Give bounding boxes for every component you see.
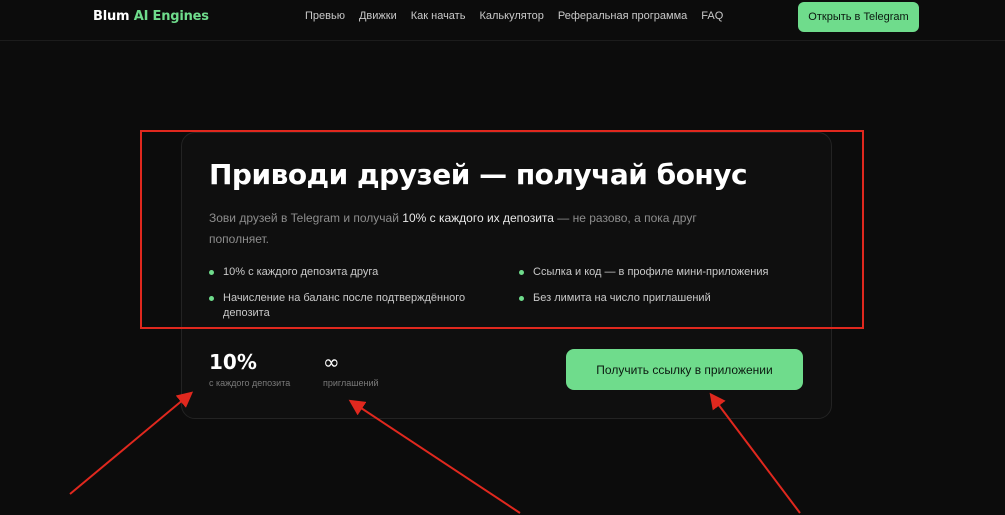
logo[interactable]: Blum AI Engines	[93, 9, 209, 24]
stat-invites-label: приглашений	[323, 378, 379, 388]
logo-main: Blum	[93, 9, 130, 24]
open-telegram-button[interactable]: Открыть в Telegram	[798, 2, 919, 32]
annotation-arrow	[69, 391, 194, 495]
annotation-highlight-box	[140, 130, 864, 329]
get-referral-link-button[interactable]: Получить ссылку в приложении	[566, 349, 803, 390]
main-nav: Превью Движки Как начать Калькулятор Реф…	[305, 10, 737, 22]
top-header: Blum AI Engines Превью Движки Как начать…	[0, 0, 1005, 41]
nav-link-how-to-start[interactable]: Как начать	[411, 10, 466, 22]
page: Blum AI Engines Превью Движки Как начать…	[0, 0, 1005, 515]
nav-link-engines[interactable]: Движки	[359, 10, 397, 22]
logo-accent: AI Engines	[133, 9, 209, 24]
nav-link-preview[interactable]: Превью	[305, 10, 345, 22]
nav-link-referral[interactable]: Реферальная программа	[558, 10, 687, 22]
stat-deposit-percent-value: 10%	[209, 350, 257, 374]
nav-link-faq[interactable]: FAQ	[701, 10, 723, 22]
nav-link-calculator[interactable]: Калькулятор	[479, 10, 543, 22]
stat-invites-value: ∞	[323, 350, 340, 374]
stat-deposit-percent-label: с каждого депозита	[209, 378, 291, 388]
